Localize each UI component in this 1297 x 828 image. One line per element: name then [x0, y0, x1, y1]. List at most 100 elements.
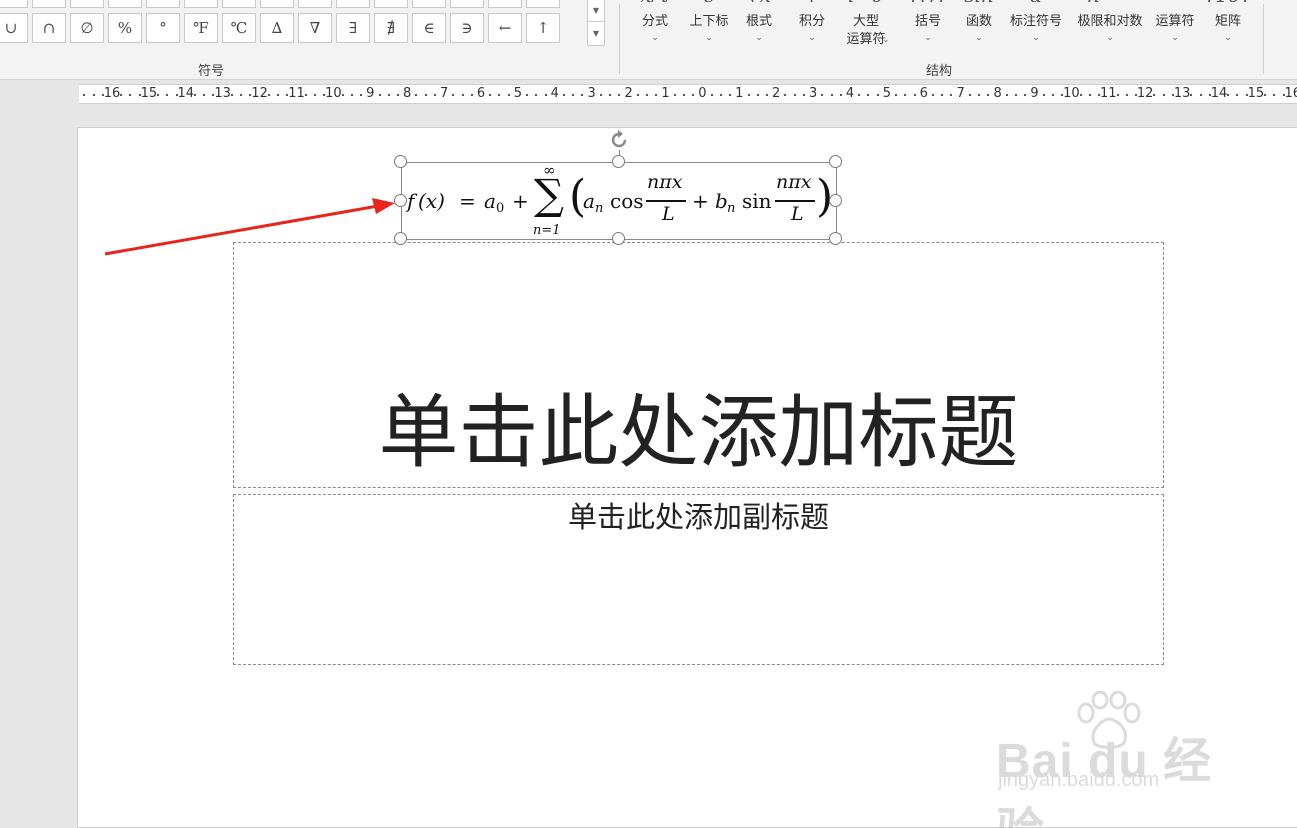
group-label-structure: 结构 — [926, 64, 953, 79]
structure-button-function[interactable]: sin 函数 ⌄ — [958, 0, 1000, 58]
structure-button-label: 函数 — [965, 14, 992, 29]
structure-button-label: 上下标 — [689, 14, 729, 29]
large-operator-icon: i=0 — [836, 0, 896, 2]
bottom-symbol-button[interactable]: ∋ — [450, 13, 484, 43]
resize-handle-right[interactable] — [829, 194, 842, 207]
structure-button-operator[interactable]: = 运算符 ⌄ — [1152, 0, 1198, 58]
ruler-tick — [682, 94, 685, 96]
ruler-tick — [839, 94, 842, 96]
bottom-symbol-button[interactable]: % — [108, 13, 142, 43]
ruler-tick — [941, 94, 944, 96]
rotate-handle-icon[interactable] — [608, 129, 630, 151]
bottom-symbol-button[interactable]: ℃ — [222, 13, 256, 43]
resize-handle-left[interactable] — [394, 194, 407, 207]
ruler-label: 12 — [251, 86, 268, 101]
structure-button-script[interactable]: e 上下标 ⌄ — [683, 0, 735, 58]
bottom-symbol-button[interactable]: ∄ — [374, 13, 408, 43]
powerpoint-window: ± ∞ = ≠ ~ × ÷! ∝ < ≪ > ≫ ≤ ≥ ∪∩∅%°℉℃∆∇∃∄∈∋←↑ ▼ ▼ 符号 x… — [0, 0, 1297, 828]
subtitle-placeholder[interactable]: 单击此处添加副标题 — [233, 494, 1164, 665]
eq-frac2-num: nπx — [776, 171, 812, 193]
structure-button-bracket[interactable]: {()} 括号 ⌄ — [907, 0, 949, 58]
ruler-tick — [544, 94, 547, 96]
title-placeholder-text[interactable]: 单击此处添加标题 — [234, 383, 1163, 483]
resize-handle-top-right[interactable] — [829, 155, 842, 168]
bottom-symbol-button[interactable]: ∈ — [412, 13, 446, 43]
ruler-tick — [415, 94, 418, 96]
bottom-symbol-button[interactable]: ∃ — [336, 13, 370, 43]
ruler-tick — [535, 94, 538, 96]
integral-icon: ∫ — [791, 0, 833, 2]
resize-handle-bottom-left[interactable] — [394, 232, 407, 245]
gallery-down-icon[interactable]: ▼ — [588, 0, 604, 22]
top-symbol-button[interactable]: < — [336, 0, 370, 8]
top-symbol-button[interactable]: ÷ — [222, 0, 256, 8]
chevron-down-icon: ⌄ — [1171, 33, 1179, 43]
eq-bn-sub: n — [727, 201, 736, 216]
top-symbol-button[interactable]: ∞ — [32, 0, 66, 8]
top-symbol-button[interactable]: ≤ — [488, 0, 522, 8]
top-symbol-button[interactable]: ≪ — [374, 0, 408, 8]
top-symbol-button[interactable]: ≠ — [108, 0, 142, 8]
bottom-symbol-button[interactable]: ° — [146, 13, 180, 43]
symbol-gallery-scroll[interactable]: ▼ ▼ — [587, 0, 605, 46]
top-symbol-button[interactable]: = — [70, 0, 104, 8]
bottom-symbol-button[interactable]: ∩ — [32, 13, 66, 43]
title-placeholder[interactable]: 单击此处添加标题 — [233, 242, 1164, 488]
top-symbol-button[interactable]: ≥ — [526, 0, 560, 8]
resize-handle-bottom[interactable] — [612, 232, 625, 245]
structure-button-fraction[interactable]: x/y 分式 ⌄ — [637, 0, 673, 58]
matrix-icon: [10] — [1205, 0, 1251, 2]
ruler-tick — [1264, 94, 1267, 96]
ruler-label: 8 — [403, 86, 412, 101]
ruler-label: 9 — [366, 86, 375, 101]
symbol-gallery-row-bottom: ∪ ∩ ∅% ° ℉ ℃ ∆ ∇ ∃ ∄ ∈ ∋ ← ↑ — [0, 13, 560, 43]
structure-button-limit[interactable]: n→∞ 极限和对数 ⌄ — [1071, 0, 1149, 58]
bottom-symbol-button[interactable]: ↑ — [526, 13, 560, 43]
ruler-tick — [101, 94, 104, 96]
ruler-label: 16 — [1284, 86, 1297, 101]
top-symbol-button[interactable]: ∝ — [298, 0, 332, 8]
ruler-label: 13 — [1173, 86, 1191, 101]
top-symbol-button[interactable]: ~ — [146, 0, 180, 8]
structure-button-accent[interactable]: ä 标注符号 ⌄ — [1005, 0, 1067, 58]
bottom-symbol-button[interactable]: ℉ — [184, 13, 218, 43]
operator-icon: = — [1152, 0, 1198, 2]
ruler-tick — [609, 94, 612, 96]
resize-handle-top-left[interactable] — [394, 155, 407, 168]
ruler-tick — [599, 94, 602, 96]
bottom-symbol-button[interactable]: ∆ — [260, 13, 294, 43]
resize-handle-bottom-right[interactable] — [829, 232, 842, 245]
ruler-tick — [507, 94, 510, 96]
resize-handle-top[interactable] — [612, 155, 625, 168]
ruler-tick — [802, 94, 805, 96]
accent-icon: ä — [1005, 0, 1067, 2]
ruler-tick — [876, 94, 879, 96]
radical-icon: √x — [739, 0, 779, 2]
bottom-symbol-button[interactable]: ∪ — [0, 13, 28, 43]
eq-an: a — [583, 189, 595, 213]
structure-button-large-operator[interactable]: i=0大型 运算符⌄ — [836, 0, 896, 58]
ruler-tick — [1162, 94, 1165, 96]
top-symbol-button[interactable]: ! — [260, 0, 294, 8]
bottom-symbol-button[interactable]: ∅ — [70, 13, 104, 43]
ruler-tick — [572, 94, 575, 96]
ruler-tick — [646, 94, 649, 96]
structure-button-matrix[interactable]: [10] 矩阵 ⌄ — [1205, 0, 1251, 58]
equation-box[interactable]: f (x) = a 0 + ∑ ∞ n=1 ( a n cos nπx L + … — [394, 130, 842, 245]
fraction-icon: x/y — [637, 0, 673, 2]
top-symbol-button[interactable]: ± — [0, 0, 28, 8]
top-symbol-button[interactable]: × — [184, 0, 218, 8]
ruler-tick — [1005, 94, 1008, 96]
structure-button-radical[interactable]: √x 根式 ⌄ — [739, 0, 779, 58]
subtitle-placeholder-text[interactable]: 单击此处添加副标题 — [234, 497, 1163, 537]
gallery-more-icon[interactable]: ▼ — [588, 22, 604, 45]
eq-frac2-den: L — [791, 203, 804, 225]
ruler-tick — [968, 94, 971, 96]
bottom-symbol-button[interactable]: ← — [488, 13, 522, 43]
fourier-series-equation[interactable]: f (x) = a 0 + ∑ ∞ n=1 ( a n cos nπx L + … — [402, 161, 838, 241]
bottom-symbol-button[interactable]: ∇ — [298, 13, 332, 43]
group-separator — [1263, 4, 1264, 74]
top-symbol-button[interactable]: > — [412, 0, 446, 8]
top-symbol-button[interactable]: ≫ — [450, 0, 484, 8]
structure-button-integral[interactable]: ∫ 积分 ⌄ — [791, 0, 833, 58]
